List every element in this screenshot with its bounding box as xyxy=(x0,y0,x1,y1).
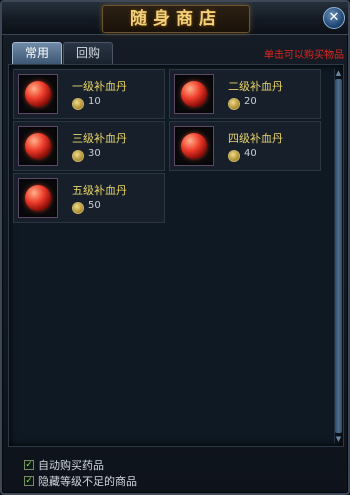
close-icon: ✕ xyxy=(328,10,340,25)
window-title: 随身商店 xyxy=(130,9,222,29)
item-name: 四级补血丹 xyxy=(228,132,283,145)
item-name: 二级补血丹 xyxy=(228,80,283,93)
item-list-panel: 一级补血丹 10 二级补血丹 20 三级补血丹 30 四级补血丹 40 五级补血… xyxy=(8,64,344,447)
shop-item[interactable]: 四级补血丹 40 xyxy=(169,121,321,171)
shop-window: 随身商店 ✕ 常用 回购 单击可以购买物品 一级补血丹 10 二级补血丹 20 … xyxy=(0,0,350,495)
red-potion-orb-icon xyxy=(18,178,58,218)
red-potion-orb-icon xyxy=(18,126,58,166)
red-potion-orb-icon xyxy=(174,74,214,114)
title-plate: 随身商店 xyxy=(102,5,250,33)
item-price: 40 xyxy=(244,148,257,159)
shop-item[interactable]: 二级补血丹 20 xyxy=(169,69,321,119)
shop-item[interactable]: 一级补血丹 10 xyxy=(13,69,165,119)
auto-buy-checkbox[interactable]: ✓ xyxy=(24,460,34,470)
tab-buyback[interactable]: 回购 xyxy=(63,42,113,65)
scroll-thumb[interactable] xyxy=(335,79,342,433)
coin-icon xyxy=(228,98,240,110)
red-potion-orb-icon xyxy=(18,74,58,114)
coin-icon xyxy=(72,98,84,110)
red-potion-orb-icon xyxy=(174,126,214,166)
title-bar[interactable]: 随身商店 ✕ xyxy=(2,2,348,35)
buy-hint: 单击可以购买物品 xyxy=(264,50,344,61)
coin-icon xyxy=(228,150,240,162)
scroll-down-arrow-icon[interactable]: ▼ xyxy=(335,435,342,443)
item-name: 三级补血丹 xyxy=(72,132,127,145)
coin-icon xyxy=(72,150,84,162)
hide-low-level-label: 隐藏等级不足的商品 xyxy=(38,475,137,488)
coin-icon xyxy=(72,202,84,214)
item-price: 50 xyxy=(88,200,101,211)
auto-buy-label: 自动购买药品 xyxy=(38,459,104,472)
shop-item[interactable]: 三级补血丹 30 xyxy=(13,121,165,171)
item-name: 五级补血丹 xyxy=(72,184,127,197)
hide-low-level-checkbox[interactable]: ✓ xyxy=(24,476,34,486)
item-price: 10 xyxy=(88,96,101,107)
scroll-up-arrow-icon[interactable]: ▲ xyxy=(335,69,342,77)
shop-item[interactable]: 五级补血丹 50 xyxy=(13,173,165,223)
item-price: 30 xyxy=(88,148,101,159)
item-price: 20 xyxy=(244,96,257,107)
tab-common[interactable]: 常用 xyxy=(12,42,62,65)
item-name: 一级补血丹 xyxy=(72,80,127,93)
close-button[interactable]: ✕ xyxy=(323,7,345,29)
scrollbar[interactable]: ▲ ▼ xyxy=(334,69,342,443)
